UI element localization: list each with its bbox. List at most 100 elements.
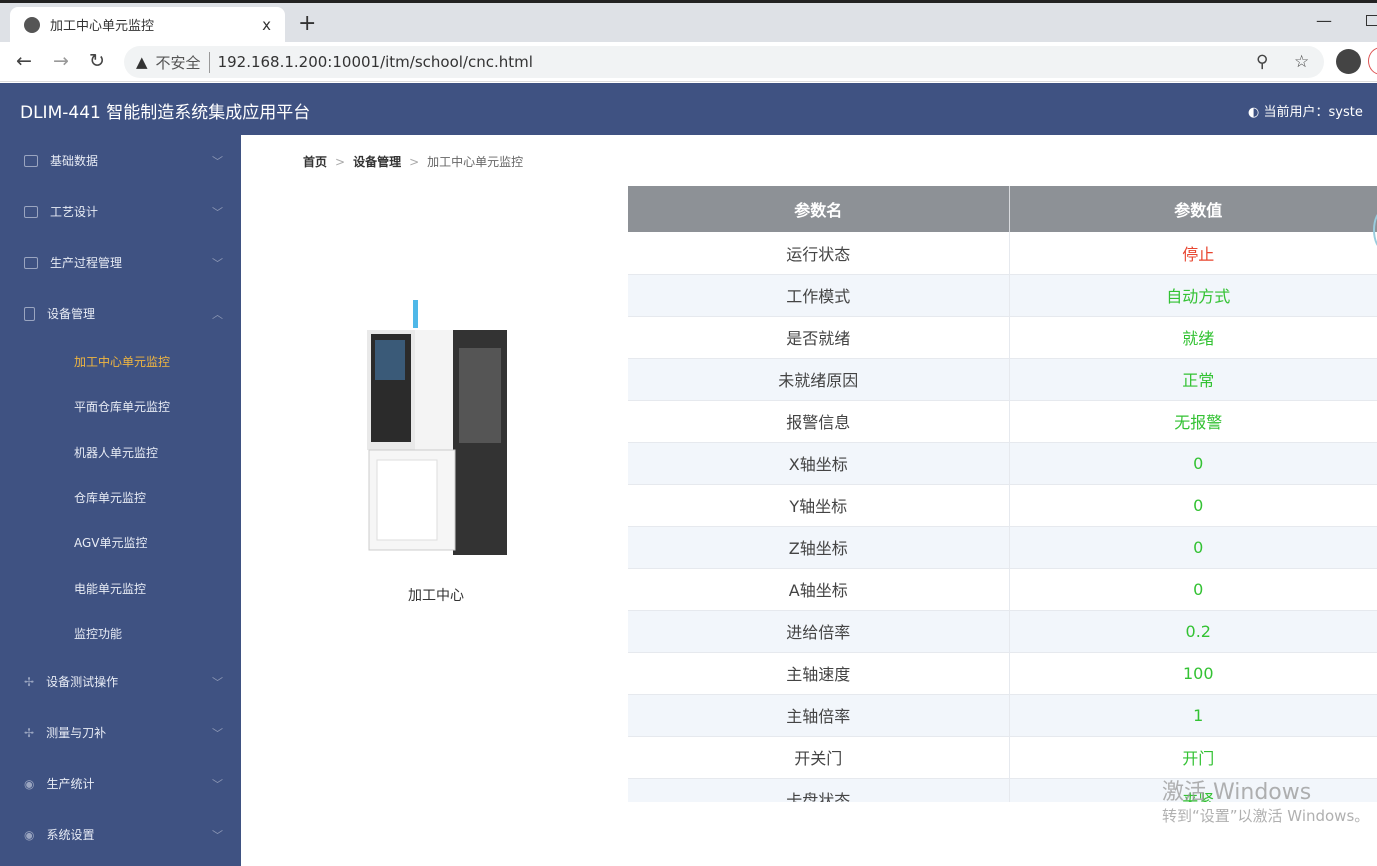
param-value: 0 <box>1009 484 1377 527</box>
sidebar-sub-agv[interactable]: AGV单元监控 <box>0 520 241 565</box>
parameter-table: 参数名 参数值 运行状态 停止 工作模式 自动方式 是否就绪 就绪 未就绪原因 正常 报警信息无… <box>628 186 1377 802</box>
zoom-icon[interactable]: ⚲ <box>1256 52 1268 72</box>
star-icon[interactable]: ☆ <box>1294 52 1309 72</box>
minimize-button[interactable]: — <box>1316 11 1332 30</box>
activation-watermark-sub: 转到“设置”以激活 Windows。 <box>1162 807 1370 825</box>
headset-icon: ◐ <box>1248 105 1264 120</box>
param-name: 工作模式 <box>628 274 1010 317</box>
eye-icon: ◉ <box>24 827 35 842</box>
table-row: 主轴速度 100 <box>628 652 1377 695</box>
profile-avatar-icon[interactable] <box>1336 49 1361 74</box>
table-row: Y轴坐标 0 <box>628 484 1377 527</box>
forward-icon[interactable]: → <box>53 50 69 72</box>
param-name: X轴坐标 <box>628 442 1010 485</box>
eye-icon: ◉ <box>24 776 35 791</box>
param-value: 就绪 <box>1009 316 1377 359</box>
param-value: 正常 <box>1009 358 1377 401</box>
table-row: Z轴坐标 0 <box>628 526 1377 569</box>
param-value: 0.2 <box>1009 610 1377 653</box>
sidebar-item-measure[interactable]: ✢ 测量与刀补 ﹀ <box>0 707 241 758</box>
table-row: A轴坐标 0 <box>628 568 1377 611</box>
sidebar-sub-flat-warehouse[interactable]: 平面仓库单元监控 <box>0 384 241 429</box>
param-value: 1 <box>1009 694 1377 737</box>
tablet-icon <box>24 306 35 321</box>
param-name: 主轴倍率 <box>628 694 1010 737</box>
app-title: DLIM-441 智能制造系统集成应用平台 <box>20 103 311 123</box>
back-icon[interactable]: ← <box>16 50 32 72</box>
breadcrumb-home[interactable]: 首页 <box>303 155 327 169</box>
globe-icon <box>24 16 40 33</box>
chevron-down-icon: ﹀ <box>212 828 223 842</box>
sidebar-sub-cnc[interactable]: 加工中心单元监控 <box>0 339 241 384</box>
edit-icon <box>24 154 38 167</box>
param-name: 进给倍率 <box>628 610 1010 653</box>
sidebar-item-statistics[interactable]: ◉ 生产统计 ﹀ <box>0 758 241 809</box>
sidebar-sub-warehouse[interactable]: 仓库单元监控 <box>0 475 241 520</box>
breadcrumb-current: 加工中心单元监控 <box>427 155 524 169</box>
warning-icon: ▲ <box>136 53 148 71</box>
param-name: Y轴坐标 <box>628 484 1010 527</box>
param-value: 100 <box>1009 652 1377 695</box>
sidebar-item-settings[interactable]: ◉ 系统设置 ﹀ <box>0 809 241 860</box>
chevron-up-icon: ︿ <box>212 307 223 321</box>
table-row: 开关门 开门 <box>628 736 1377 779</box>
table-row: 运行状态 停止 <box>628 232 1377 275</box>
param-value: 开门 <box>1009 736 1377 779</box>
chevron-down-icon: ﹀ <box>212 205 223 219</box>
sidebar-sub-power[interactable]: 电能单元监控 <box>0 565 241 610</box>
maximize-button[interactable] <box>1366 15 1377 26</box>
table-row: 进给倍率 0.2 <box>628 610 1377 653</box>
param-name: A轴坐标 <box>628 568 1010 611</box>
sidebar-item-equipment[interactable]: 设备管理 ︿ <box>0 288 241 339</box>
extension-icon[interactable] <box>1368 47 1377 75</box>
reload-icon[interactable]: ↻ <box>89 50 105 72</box>
move-icon: ✢ <box>24 725 35 740</box>
sidebar-sub-robot[interactable]: 机器人单元监控 <box>0 430 241 475</box>
table-row: 工作模式 自动方式 <box>628 274 1377 317</box>
insecure-label: 不安全 <box>156 51 210 73</box>
address-bar: ← → ↻ ▲ 不安全 192.168.1.200:10001/itm/scho… <box>0 42 1377 82</box>
breadcrumb-section[interactable]: 设备管理 <box>353 155 401 169</box>
sidebar-item-production-process[interactable]: 生产过程管理 ﹀ <box>0 237 241 288</box>
url-input[interactable]: ▲ 不安全 192.168.1.200:10001/itm/school/cnc… <box>124 46 1324 78</box>
close-tab-icon[interactable]: x <box>262 16 271 34</box>
move-icon: ✢ <box>24 674 35 689</box>
table-row: 报警信息 无报警 <box>628 400 1377 443</box>
param-name: 卡盘状态 <box>628 778 1010 802</box>
activation-watermark: 激活 Windows <box>1162 780 1312 805</box>
browser-tab-bar: 加工中心单元监控 x + — <box>0 0 1377 42</box>
current-user[interactable]: ◐ 当前用户：syste <box>1248 101 1363 120</box>
browser-tab[interactable]: 加工中心单元监控 x <box>10 7 285 42</box>
param-name: 未就绪原因 <box>628 358 1010 401</box>
chevron-down-icon: ﹀ <box>212 256 223 270</box>
param-value: 无报警 <box>1009 400 1377 443</box>
param-value: 自动方式 <box>1009 274 1377 317</box>
table-row: 未就绪原因 正常 <box>628 358 1377 401</box>
param-value: 0 <box>1009 568 1377 611</box>
param-value: 停止 <box>1009 232 1377 275</box>
chevron-down-icon: ﹀ <box>212 777 223 791</box>
edit-icon <box>24 205 38 218</box>
new-tab-button[interactable]: + <box>298 11 316 36</box>
column-header-value: 参数值 <box>1009 186 1377 232</box>
url-text: 192.168.1.200:10001/itm/school/cnc.html <box>217 53 533 71</box>
param-name: 是否就绪 <box>628 316 1010 359</box>
param-name: 开关门 <box>628 736 1010 779</box>
table-row: X轴坐标 0 <box>628 442 1377 485</box>
sidebar: 基础数据 ﹀ 工艺设计 ﹀ 生产过程管理 ﹀ 设备管理 ︿ 加工中心单元监控 平面仓库单… <box>0 135 241 866</box>
param-name: Z轴坐标 <box>628 526 1010 569</box>
param-name: 报警信息 <box>628 400 1010 443</box>
sidebar-item-process-design[interactable]: 工艺设计 ﹀ <box>0 186 241 237</box>
sidebar-item-device-test[interactable]: ✢ 设备测试操作 ﹀ <box>0 656 241 707</box>
param-value: 0 <box>1009 526 1377 569</box>
chevron-down-icon: ﹀ <box>212 675 223 689</box>
chevron-down-icon: ﹀ <box>212 154 223 168</box>
chevron-down-icon: ﹀ <box>212 726 223 740</box>
sidebar-sub-monitor[interactable]: 监控功能 <box>0 611 241 656</box>
tab-title: 加工中心单元监控 <box>50 19 155 34</box>
sidebar-item-basic-data[interactable]: 基础数据 ﹀ <box>0 135 241 186</box>
table-row: 是否就绪 就绪 <box>628 316 1377 359</box>
cnc-machine-image <box>367 300 507 555</box>
table-row: 主轴倍率 1 <box>628 694 1377 737</box>
param-name: 运行状态 <box>628 232 1010 275</box>
